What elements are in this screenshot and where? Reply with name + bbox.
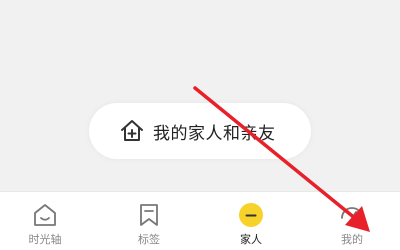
tab-tags[interactable]: 标签 (109, 192, 189, 250)
tab-timeline-label: 时光轴 (28, 233, 62, 246)
bottom-tab-bar: 时光轴 标签 家人 我的 (0, 191, 400, 250)
tab-family-label: 家人 (240, 233, 262, 246)
tab-profile[interactable]: 我的 (312, 192, 392, 250)
family-circle-icon (238, 202, 264, 228)
tab-tags-label: 标签 (138, 233, 160, 246)
tab-family[interactable]: 家人 (211, 192, 291, 250)
my-family-button-label: 我的家人和亲友 (153, 123, 276, 144)
house-plus-icon (119, 118, 145, 144)
my-family-button[interactable]: 我的家人和亲友 (89, 103, 311, 159)
tab-timeline[interactable]: 时光轴 (5, 192, 85, 250)
profile-icon (339, 202, 365, 228)
tab-profile-label: 我的 (341, 233, 363, 246)
app-screen: 我的家人和亲友 时光轴 标签 家人 我的 (0, 0, 400, 250)
timeline-face-icon (32, 202, 58, 228)
bookmark-tag-icon (136, 202, 162, 228)
